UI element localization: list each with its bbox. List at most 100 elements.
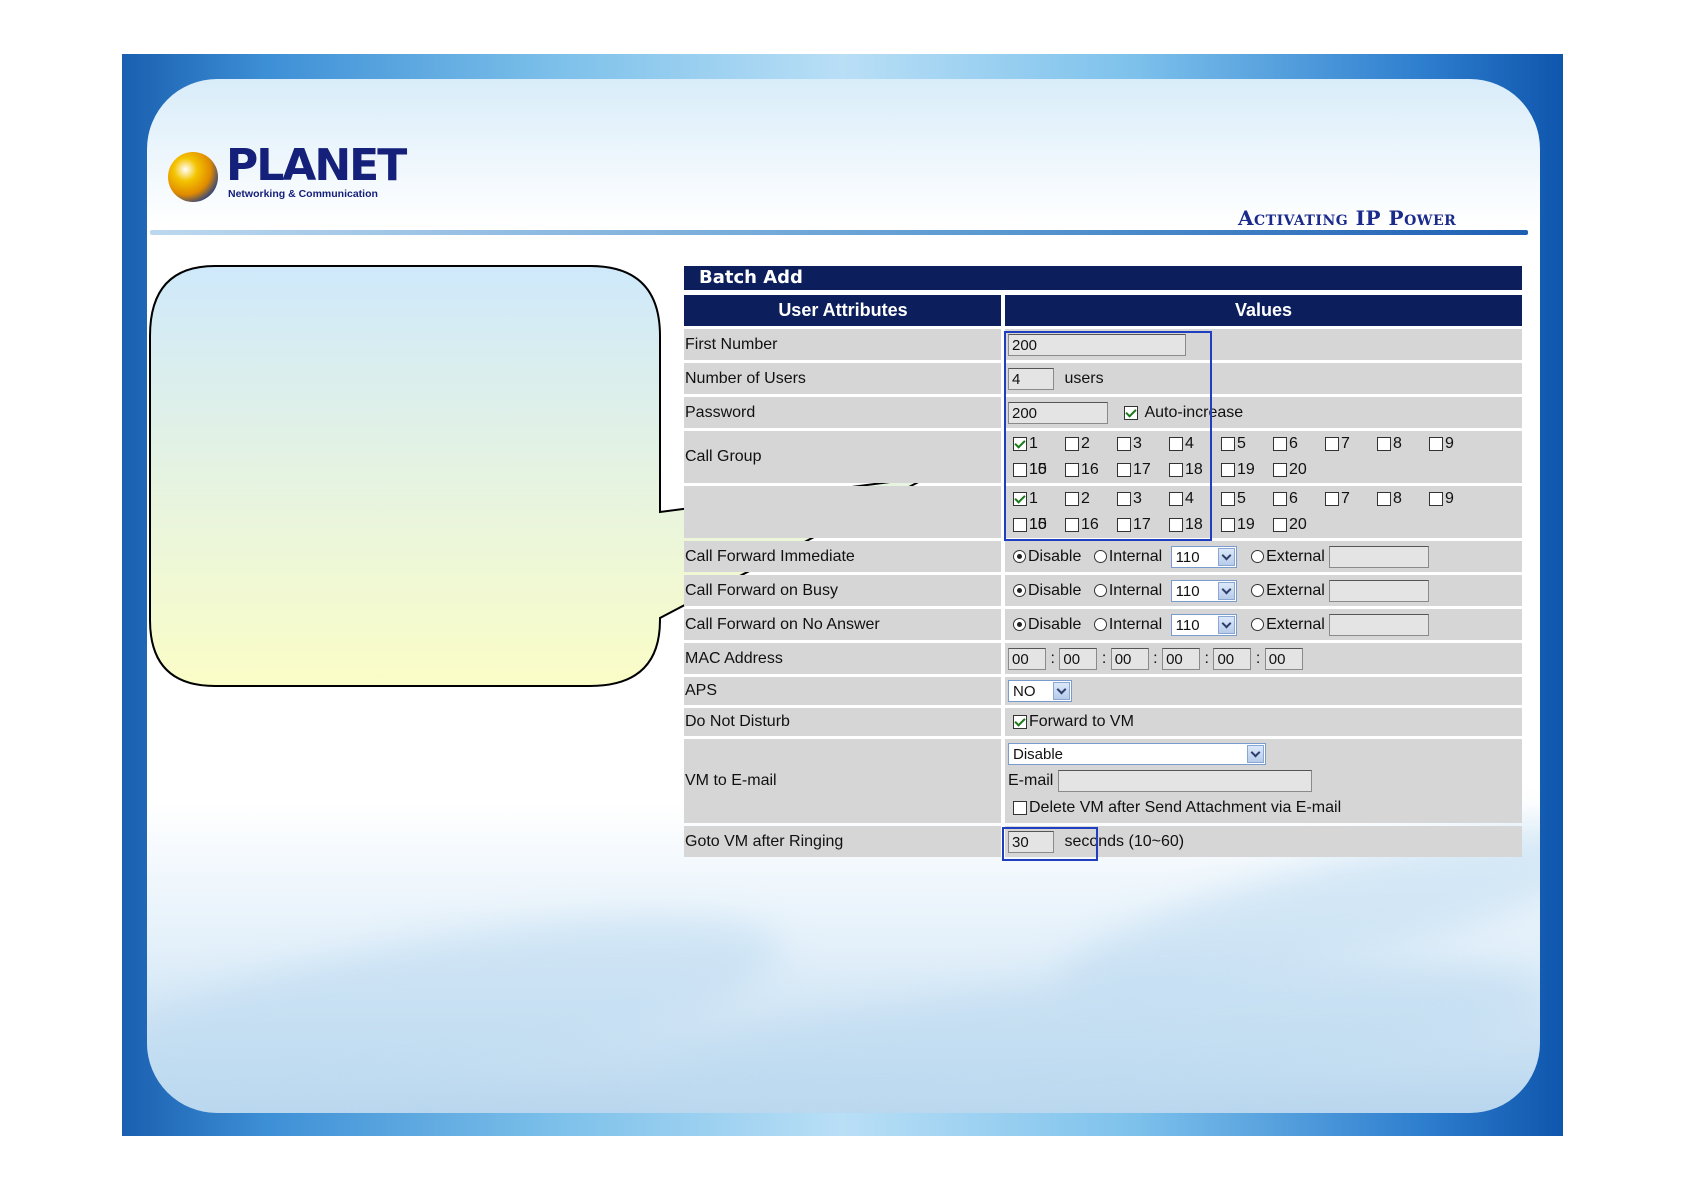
pickup-group-number: 9 xyxy=(1445,490,1454,507)
cf-immediate-internal-radio[interactable] xyxy=(1093,550,1107,563)
table-row: VM to E-mail Disable E-mail Delete VM af… xyxy=(684,739,1522,823)
mac-separator: : xyxy=(1204,649,1209,667)
table-row: Call Forward on Busy Disable Internal 11… xyxy=(684,575,1522,606)
table-row: MAC Address 00 : 00 : 00 : 00 : 00 : 00 xyxy=(684,643,1522,674)
call-group-checkbox[interactable] xyxy=(1273,463,1287,477)
cf-noanswer-internal-radio[interactable] xyxy=(1093,618,1107,631)
cf-busy-disable-radio[interactable] xyxy=(1013,584,1026,597)
pickup-group-option-8[interactable]: 8 xyxy=(1377,486,1429,512)
pickup-group-checkbox[interactable] xyxy=(1429,492,1443,506)
call-group-option-20[interactable]: 20 xyxy=(1273,457,1325,483)
cf-immediate-internal-select[interactable]: 110 xyxy=(1170,545,1237,568)
pickup-group-checkbox[interactable] xyxy=(1377,492,1391,506)
mac-octet-input[interactable]: 00 xyxy=(1162,647,1201,670)
delete-vm-label: Delete VM after Send Attachment via E-ma… xyxy=(1029,799,1342,816)
dnd-label: Do Not Disturb xyxy=(684,708,1005,736)
vm-to-email-select[interactable]: Disable xyxy=(1008,742,1266,765)
table-row: Call Forward on No Answer Disable Intern… xyxy=(684,609,1522,640)
call-group-label: Call Group xyxy=(684,431,1005,483)
pickup-group-number: 6 xyxy=(1289,490,1298,507)
forward-to-vm-checkbox[interactable] xyxy=(1013,714,1027,729)
cf-immediate-disable-radio[interactable] xyxy=(1013,550,1026,563)
cf-busy-external-radio[interactable] xyxy=(1251,584,1265,597)
call-group-number: 9 xyxy=(1445,435,1454,452)
mac-octet-input[interactable]: 00 xyxy=(1008,647,1046,670)
mac-octet-input[interactable]: 00 xyxy=(1213,647,1252,670)
first-number-label: First Number xyxy=(684,329,1005,360)
email-label: E-mail xyxy=(1008,772,1054,789)
call-group-option-6[interactable]: 6 xyxy=(1273,431,1325,457)
pickup-group-option-20[interactable]: 20 xyxy=(1273,512,1325,538)
radio-label: External xyxy=(1266,581,1325,599)
cf-noanswer-label: Call Forward on No Answer xyxy=(684,609,1005,640)
pickup-group-checkbox[interactable] xyxy=(1221,518,1235,532)
pickup-group-checkbox[interactable] xyxy=(1273,492,1287,506)
highlight-box xyxy=(1004,331,1212,541)
pickup-group-option-6[interactable]: 6 xyxy=(1273,486,1325,512)
cf-busy-internal-select[interactable]: 110 xyxy=(1170,579,1237,602)
radio-label: Internal xyxy=(1108,581,1163,599)
radio-label: External xyxy=(1266,547,1325,565)
cf-immediate-external-input[interactable] xyxy=(1329,545,1430,568)
mac-address-label: MAC Address xyxy=(684,643,1005,674)
call-group-checkbox[interactable] xyxy=(1325,437,1339,451)
mac-separator: : xyxy=(1153,649,1158,667)
cf-noanswer-external-input[interactable] xyxy=(1329,613,1430,636)
mac-octet-input[interactable]: 00 xyxy=(1059,647,1098,670)
call-group-option-7[interactable]: 7 xyxy=(1325,431,1377,457)
forward-to-vm-label: Forward to VM xyxy=(1029,712,1134,730)
call-group-checkbox[interactable] xyxy=(1377,437,1391,451)
pickup-group-option-19[interactable]: 19 xyxy=(1221,512,1273,538)
pickup-group-label xyxy=(684,486,1005,538)
chevron-down-icon xyxy=(1217,615,1235,634)
call-group-option-9[interactable]: 9 xyxy=(1429,431,1481,457)
cf-noanswer-internal-select[interactable]: 110 xyxy=(1170,613,1237,636)
radio-label: Internal xyxy=(1108,615,1163,633)
pickup-group-number: 5 xyxy=(1237,490,1246,507)
col-header-values: Values xyxy=(1005,295,1522,326)
table-row: Call Forward Immediate Disable Internal … xyxy=(684,541,1522,572)
call-group-option-8[interactable]: 8 xyxy=(1377,431,1429,457)
radio-label: Disable xyxy=(1028,581,1082,599)
cf-immediate-external-radio[interactable] xyxy=(1251,550,1265,563)
call-group-checkbox[interactable] xyxy=(1429,437,1443,451)
chevron-down-icon xyxy=(1247,744,1264,763)
pickup-group-option-5[interactable]: 5 xyxy=(1221,486,1273,512)
pickup-group-number: 20 xyxy=(1289,516,1307,533)
call-group-option-5[interactable]: 5 xyxy=(1221,431,1273,457)
email-input[interactable] xyxy=(1057,770,1312,792)
number-of-users-label: Number of Users xyxy=(684,363,1005,394)
call-group-checkbox[interactable] xyxy=(1221,463,1235,477)
col-header-attributes: User Attributes xyxy=(684,295,1005,326)
call-group-option-19[interactable]: 19 xyxy=(1221,457,1273,483)
radio-label: Internal xyxy=(1108,547,1163,565)
pickup-group-number: 7 xyxy=(1341,490,1350,507)
pickup-group-number: 8 xyxy=(1393,490,1402,507)
delete-vm-checkbox[interactable] xyxy=(1013,801,1027,815)
aps-select[interactable]: NO xyxy=(1008,680,1072,702)
pickup-group-checkbox[interactable] xyxy=(1273,518,1287,532)
pickup-group-option-9[interactable]: 9 xyxy=(1429,486,1481,512)
call-group-number: 20 xyxy=(1289,461,1307,478)
goto-vm-label: Goto VM after Ringing xyxy=(684,826,1005,857)
mac-octet-input[interactable]: 00 xyxy=(1110,647,1149,670)
call-group-checkbox[interactable] xyxy=(1273,437,1287,451)
mac-octet-input[interactable]: 00 xyxy=(1264,647,1303,670)
password-label: Password xyxy=(684,397,1005,428)
call-group-number: 7 xyxy=(1341,435,1350,452)
cf-busy-label: Call Forward on Busy xyxy=(684,575,1005,606)
call-group-checkbox[interactable] xyxy=(1221,437,1235,451)
chevron-down-icon xyxy=(1217,547,1235,566)
radio-label: External xyxy=(1266,615,1325,633)
pickup-group-checkbox[interactable] xyxy=(1325,492,1339,506)
cf-noanswer-disable-radio[interactable] xyxy=(1013,618,1026,631)
radio-label: Disable xyxy=(1028,547,1082,565)
cf-noanswer-external-radio[interactable] xyxy=(1251,618,1265,631)
pickup-group-option-7[interactable]: 7 xyxy=(1325,486,1377,512)
call-group-number: 8 xyxy=(1393,435,1402,452)
chevron-down-icon xyxy=(1217,581,1235,600)
cf-busy-external-input[interactable] xyxy=(1329,579,1430,602)
cf-busy-internal-radio[interactable] xyxy=(1093,584,1107,597)
call-group-number: 6 xyxy=(1289,435,1298,452)
pickup-group-checkbox[interactable] xyxy=(1221,492,1235,506)
